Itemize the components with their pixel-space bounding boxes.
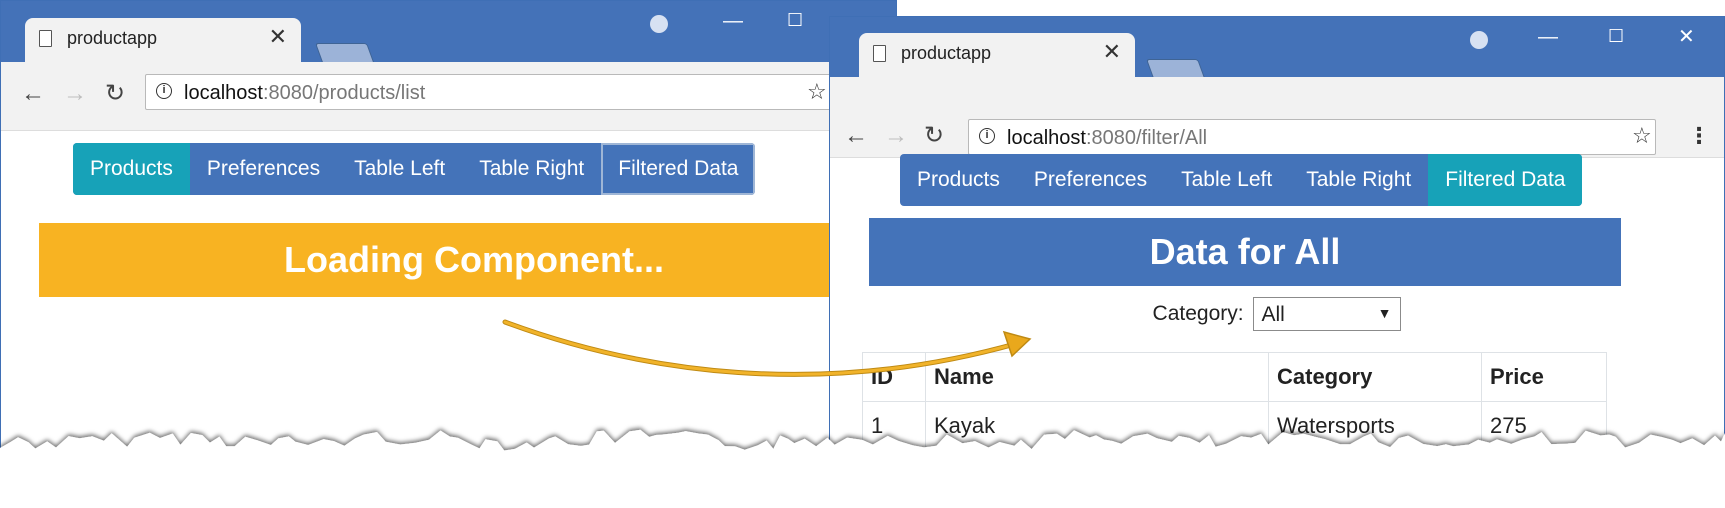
torn-edge-decoration: [0, 429, 1725, 508]
